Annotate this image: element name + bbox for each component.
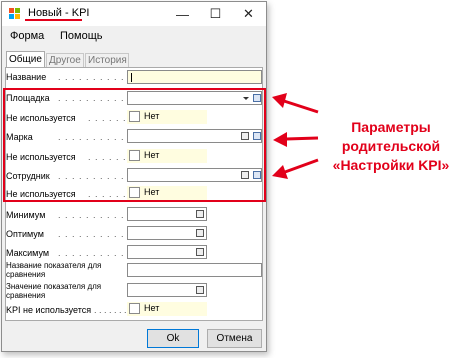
annotation-arrows [272, 93, 319, 179]
annotation-line-3: «Настройки KPI» [332, 157, 450, 173]
annotation-text: Параметры родительской «Настройки KPI» [320, 118, 462, 175]
annotation-line-1: Параметры [351, 119, 431, 135]
annotation-line-2: родительской [341, 138, 441, 154]
